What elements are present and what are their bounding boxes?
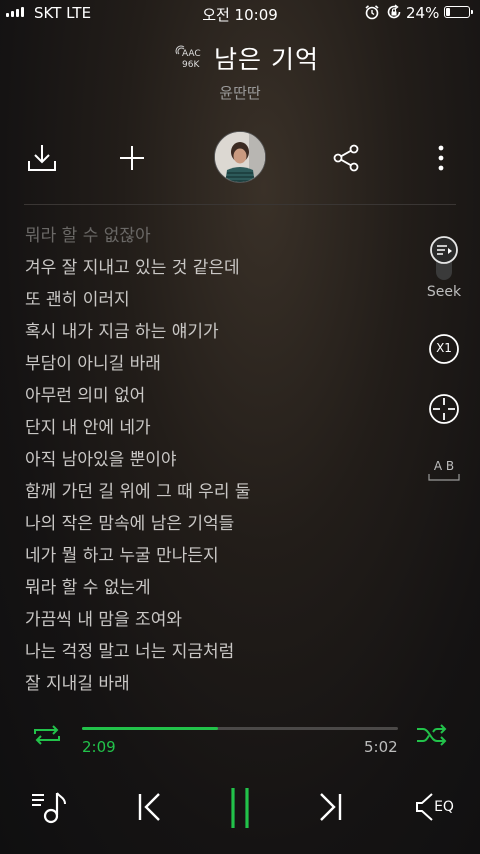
next-icon: [320, 793, 342, 821]
lyric-line[interactable]: 겨우 잘 지내고 있는 것 같은데: [25, 252, 405, 284]
equalizer-label: EQ: [434, 799, 454, 815]
battery-percent: 24%: [406, 4, 440, 22]
add-to-playlist-button[interactable]: [114, 140, 150, 176]
speaker-icon: [416, 793, 433, 821]
crosshair-icon: [429, 394, 459, 424]
lyrics-panel[interactable]: 뭐라 할 수 없잖아 겨우 잘 지내고 있는 것 같은데 또 괜히 이러지 혹시 내가…: [25, 220, 405, 700]
codec-bitrate: 96K: [182, 60, 200, 70]
add-icon: [120, 146, 144, 170]
ab-repeat-label: A B: [433, 459, 455, 473]
download-icon: [28, 145, 56, 171]
repeat-icon: [34, 725, 60, 745]
previous-icon: [138, 793, 160, 821]
share-icon: [333, 144, 359, 172]
seek-label: Seek: [426, 284, 462, 300]
rotation-lock-icon: [387, 4, 401, 19]
playlist-icon: [32, 792, 66, 824]
seek-toggle[interactable]: [426, 234, 462, 282]
lyric-line[interactable]: 가끔씩 내 맘을 조여와: [25, 604, 405, 636]
pause-button[interactable]: [222, 784, 258, 832]
artist-name[interactable]: 윤딴딴: [0, 82, 480, 103]
repeat-button[interactable]: [30, 722, 64, 748]
song-title: 남은 기억: [214, 45, 319, 74]
equalizer-button[interactable]: EQ: [410, 790, 458, 824]
lyric-line[interactable]: 또 괜히 이러지: [25, 284, 405, 316]
speed-label: X1: [436, 341, 452, 355]
lyric-line[interactable]: 함께 가던 길 위에 그 때 우리 둘: [25, 476, 405, 508]
lyric-line[interactable]: 부담이 아니길 바래: [25, 348, 405, 380]
lyric-line[interactable]: 단지 내 안에 네가: [25, 412, 405, 444]
next-button[interactable]: [314, 790, 348, 824]
codec-format: AAC: [182, 49, 201, 59]
lyric-line[interactable]: 혹시 내가 지금 하는 얘기가: [25, 316, 405, 348]
album-art-image: [215, 132, 265, 182]
lyric-line[interactable]: 네가 뭘 하고 누굴 만나든지: [25, 540, 405, 572]
previous-button[interactable]: [132, 790, 166, 824]
ab-repeat-button[interactable]: A B: [426, 456, 462, 484]
pause-icon: [231, 788, 249, 828]
current-time: 2:09: [82, 738, 116, 756]
progress-fill: [82, 727, 218, 730]
lyric-line[interactable]: 뭐라 할 수 없잖아: [25, 220, 405, 252]
codec-badge: AAC 96K: [174, 44, 206, 74]
focus-current-lyric-button[interactable]: [427, 392, 461, 426]
lyric-line[interactable]: 나는 걱정 말고 너는 지금처럼: [25, 636, 405, 668]
lyric-line[interactable]: 뭐라 할 수 없는게: [25, 572, 405, 604]
header-divider: [24, 204, 456, 205]
status-bar: SKT LTE 오전 10:09 24%: [0, 0, 480, 26]
more-options-button[interactable]: [426, 140, 456, 176]
album-art[interactable]: [214, 131, 266, 183]
lyric-line[interactable]: 아직 남아있을 뿐이야: [25, 444, 405, 476]
shuffle-icon: [417, 724, 447, 746]
share-button[interactable]: [328, 140, 364, 176]
ab-repeat-icon: [428, 474, 460, 481]
total-time: 5:02: [364, 738, 398, 756]
download-button[interactable]: [22, 140, 62, 176]
speed-button[interactable]: X1: [427, 332, 461, 366]
lyric-line[interactable]: 아무런 의미 없어: [25, 380, 405, 412]
seek-icon: [430, 236, 458, 280]
alarm-icon: [365, 5, 379, 20]
more-vertical-icon: [438, 145, 444, 171]
battery-icon: [444, 6, 473, 18]
lyric-line[interactable]: 나의 작은 맘속에 남은 기억들: [25, 508, 405, 540]
playlist-button[interactable]: [28, 788, 70, 826]
progress-slider[interactable]: [82, 727, 398, 730]
lyric-line[interactable]: 잘 지내길 바래: [25, 668, 405, 700]
shuffle-button[interactable]: [414, 722, 450, 748]
